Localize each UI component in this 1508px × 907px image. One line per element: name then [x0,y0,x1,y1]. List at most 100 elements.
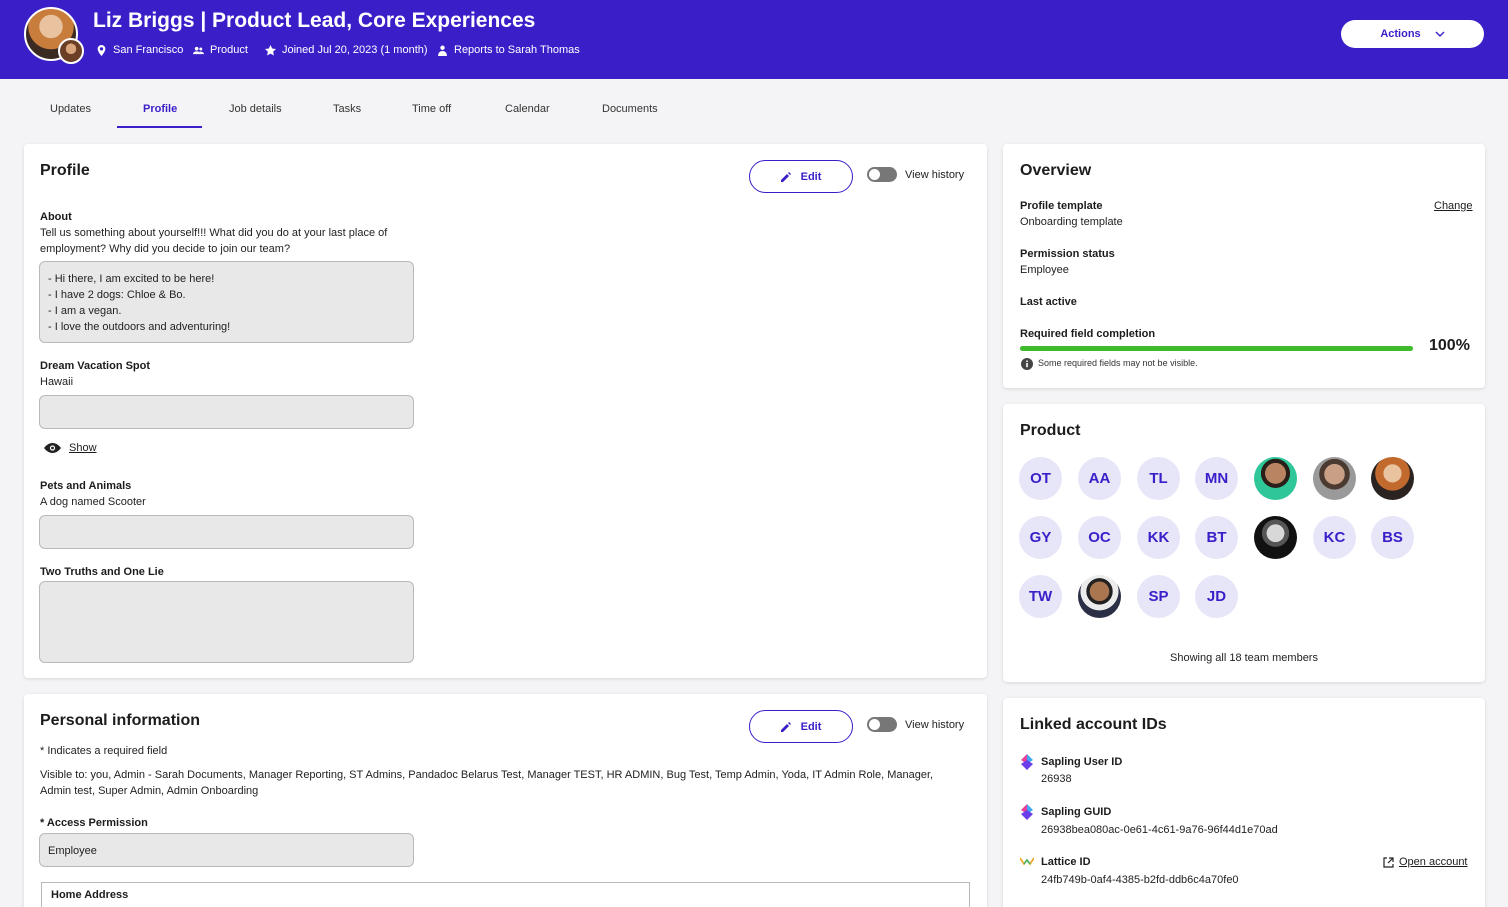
about-line: - I love the outdoors and adventuring! [48,321,231,333]
about-line: - I have 2 dogs: Chloe & Bo. [48,289,186,301]
profile-edit-label: Edit [800,170,822,183]
info-icon [1021,358,1033,370]
personal-info-title: Personal information [40,712,201,729]
last-active-label: Last active [1020,296,1077,308]
team-member-avatar[interactable]: KK [1137,516,1180,559]
team-member-avatar[interactable]: JD [1195,575,1238,618]
team-member-avatar[interactable]: BS [1371,516,1414,559]
dream-vacation-value: Hawaii [40,376,74,388]
team-member-avatar[interactable]: TW [1019,575,1062,618]
external-link-icon[interactable] [1383,857,1394,868]
sapling-guid-value: 26938bea080ac-0e61-4c61-9a76-96f44d1e70a… [1041,824,1278,836]
profile-view-history-label: View history [905,169,965,181]
team-member-avatar[interactable]: BT [1195,516,1238,559]
team-member-avatar[interactable]: AA [1078,457,1121,500]
profile-edit-button[interactable]: Edit [749,160,853,193]
tab-job-details[interactable]: Job details [229,103,282,115]
location-meta: San Francisco [96,44,183,56]
personal-view-history-toggle[interactable] [867,717,897,732]
team-member-photo[interactable] [1313,457,1356,500]
personal-edit-label: Edit [800,720,822,733]
reports-to-text: Reports to Sarah Thomas [454,44,580,56]
tab-updates[interactable]: Updates [50,103,91,115]
team-text: Product [210,44,248,56]
completion-progress-bar [1020,346,1413,351]
sapling-user-id-label: Sapling User ID [1041,756,1123,768]
profile-template-label: Profile template [1020,200,1103,212]
team-member-avatar[interactable]: TL [1137,457,1180,500]
about-prompt: Tell us something about yourself!!! What… [40,227,388,255]
chevron-down-icon [1435,31,1445,37]
people-icon [193,46,204,54]
sapling-logo-icon [1021,804,1033,820]
sapling-logo-icon [1021,754,1033,770]
profile-template-value: Onboarding template [1020,216,1123,228]
team-member-photo[interactable] [1254,516,1297,559]
pencil-icon [780,721,791,732]
team-member-avatar[interactable]: OC [1078,516,1121,559]
profile-card-title: Profile [40,162,90,179]
actions-label: Actions [1380,28,1421,40]
reports-to-meta: Reports to Sarah Thomas [437,44,580,56]
pets-value: A dog named Scooter [40,496,146,508]
team-member-avatar[interactable]: SP [1137,575,1180,618]
pets-label: Pets and Animals [40,480,132,492]
access-permission-value: Employee [48,845,97,857]
home-address-section: Home Address [41,882,970,907]
change-template-link[interactable]: Change [1434,198,1473,214]
tab-documents[interactable]: Documents [602,103,658,115]
completion-percentage: 100% [1429,337,1470,354]
permission-status-value: Employee [1020,264,1069,276]
dream-vacation-input[interactable] [39,395,414,429]
joined-text: Joined Jul 20, 2023 (1 month) [282,44,428,56]
two-truths-textarea[interactable] [39,581,414,663]
team-member-photo[interactable] [1371,457,1414,500]
pets-input[interactable] [39,515,414,549]
team-member-avatar[interactable]: MN [1195,457,1238,500]
access-permission-label: * Access Permission [40,817,148,829]
location-text: San Francisco [113,44,184,56]
about-textarea[interactable]: - Hi there, I am excited to be here! - I… [39,261,414,343]
team-member-photo[interactable] [1254,457,1297,500]
linked-accounts-title: Linked account IDs [1020,716,1167,733]
home-address-label: Home Address [51,889,129,901]
joined-meta: Joined Jul 20, 2023 (1 month) [265,44,428,56]
permission-status-label: Permission status [1020,248,1115,260]
actions-dropdown-button[interactable]: Actions [1341,20,1484,48]
about-line: - I am a vegan. [48,305,122,317]
overview-card [1003,144,1485,388]
active-tab-indicator [117,126,202,128]
pencil-icon [780,171,791,182]
completion-label: Required field completion [1020,328,1156,340]
lattice-id-value: 24fb749b-0af4-4385-b2fd-ddb6c4a70fe0 [1041,874,1239,886]
star-icon [265,44,276,55]
dream-vacation-label: Dream Vacation Spot [40,360,151,372]
open-account-link[interactable]: Open account [1399,854,1468,870]
page-title: Liz Briggs | Product Lead, Core Experien… [93,9,536,32]
profile-header: Liz Briggs | Product Lead, Core Experien… [0,0,1508,79]
team-member-avatar[interactable]: KC [1313,516,1356,559]
secondary-avatar [58,38,84,64]
profile-view-history-toggle[interactable] [867,167,897,182]
about-label: About [40,211,72,223]
tab-profile[interactable]: Profile [143,103,177,115]
team-member-photo[interactable] [1078,575,1121,618]
tab-tasks[interactable]: Tasks [333,103,361,115]
visible-to-text: Visible to: you, Admin - Sarah Documents… [40,769,934,797]
team-members-count: Showing all 18 team members [1170,652,1318,664]
sapling-guid-label: Sapling GUID [1041,806,1112,818]
show-link[interactable]: Show [69,440,97,456]
access-permission-select[interactable]: Employee [39,833,414,867]
lattice-id-label: Lattice ID [1041,856,1091,868]
sapling-user-id-value: 26938 [1041,773,1072,785]
tab-calendar[interactable]: Calendar [505,103,550,115]
two-truths-label: Two Truths and One Lie [40,566,164,578]
person-icon [438,45,447,56]
team-member-avatar[interactable]: OT [1019,457,1062,500]
personal-edit-button[interactable]: Edit [749,710,853,743]
completion-progress-fill [1020,346,1413,351]
tab-time-off[interactable]: Time off [412,103,451,115]
eye-icon [44,443,61,453]
product-team-title: Product [1020,422,1081,439]
team-member-avatar[interactable]: GY [1019,516,1062,559]
